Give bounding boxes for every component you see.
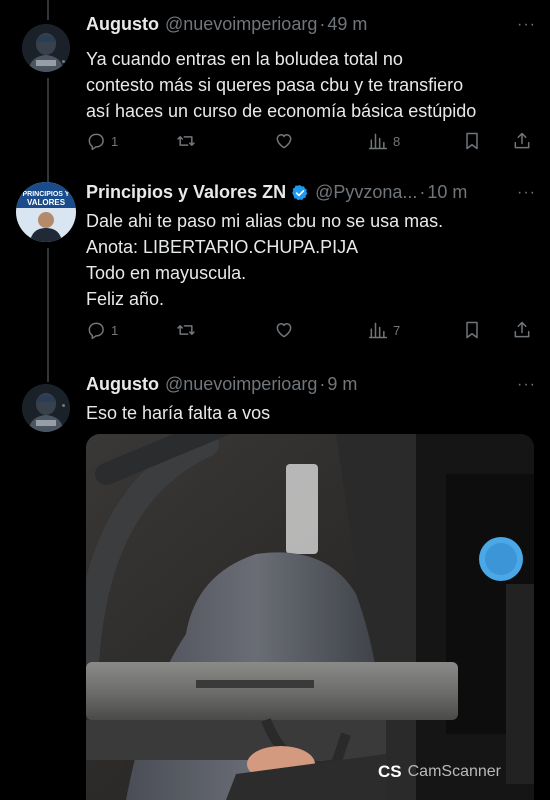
bookmark-button[interactable] bbox=[462, 131, 482, 151]
tweet-media-image[interactable] bbox=[86, 434, 534, 800]
retweet-icon bbox=[176, 320, 196, 340]
retweet-button[interactable] bbox=[176, 131, 196, 151]
tweet-principios[interactable]: PRINCIPIOS Y VALORES Principios y Valore… bbox=[0, 170, 550, 362]
thread-line-top bbox=[47, 0, 49, 20]
action-bar: 1 7 bbox=[86, 320, 536, 342]
reply-icon bbox=[86, 131, 106, 151]
timestamp[interactable]: 9 m bbox=[327, 374, 357, 395]
more-options-icon[interactable]: ··· bbox=[517, 184, 536, 202]
reply-button[interactable]: 1 bbox=[86, 320, 118, 340]
avatar-principios[interactable]: PRINCIPIOS Y VALORES bbox=[16, 182, 76, 242]
thread-line-top bbox=[47, 170, 49, 182]
bookmark-button[interactable] bbox=[462, 320, 482, 340]
retweet-icon bbox=[176, 131, 196, 151]
reply-icon bbox=[86, 320, 106, 340]
tweet-text: Eso te haría falta a vos bbox=[86, 400, 270, 426]
reply-count: 1 bbox=[111, 133, 119, 149]
more-options-icon[interactable]: ··· bbox=[517, 16, 536, 34]
views-button[interactable]: 8 bbox=[368, 131, 400, 151]
views-count: 8 bbox=[393, 133, 401, 149]
action-bar: 1 8 bbox=[86, 131, 536, 153]
views-icon bbox=[368, 320, 388, 340]
svg-text:VALORES: VALORES bbox=[27, 198, 66, 207]
tweet-text-line: Todo en mayuscula. bbox=[86, 263, 247, 283]
retweet-button[interactable] bbox=[176, 320, 196, 340]
avatar-augusto[interactable] bbox=[22, 24, 70, 72]
dot-indicator bbox=[62, 404, 65, 407]
thread-line-top bbox=[47, 362, 49, 382]
separator: · bbox=[319, 14, 326, 34]
author-name[interactable]: Augusto bbox=[86, 374, 159, 395]
tweet-text-line: Ya cuando entras en la boludea total no bbox=[86, 49, 403, 69]
author-name[interactable]: Augusto bbox=[86, 14, 159, 35]
tweet-text-line: contesto más si queres pasa cbu y te tra… bbox=[86, 75, 464, 95]
thread-line bbox=[47, 78, 49, 170]
author-name[interactable]: Principios y Valores ZN bbox=[86, 182, 286, 203]
tweet-text-line: Eso te haría falta a vos bbox=[86, 403, 271, 423]
tweet-text-line: Dale ahi te paso mi alias cbu no se usa … bbox=[86, 211, 444, 231]
author-handle[interactable]: @nuevoimperioarg bbox=[165, 374, 317, 395]
views-button[interactable]: 7 bbox=[368, 320, 400, 340]
tweet-header: Augusto @nuevoimperioarg · 9 m bbox=[86, 374, 357, 395]
share-button[interactable] bbox=[512, 320, 532, 340]
reply-count: 1 bbox=[111, 322, 119, 338]
author-handle[interactable]: @Pyvzona... bbox=[315, 182, 417, 203]
tweet-text: Ya cuando entras en la boludea total no … bbox=[86, 46, 476, 124]
tweet-text-line: Feliz año. bbox=[86, 289, 165, 309]
separator: · bbox=[319, 374, 326, 394]
more-options-icon[interactable]: ··· bbox=[517, 376, 536, 394]
reply-button[interactable]: 1 bbox=[86, 131, 118, 151]
author-handle[interactable]: @nuevoimperioarg bbox=[165, 14, 317, 35]
tweet-header: Principios y Valores ZN @Pyvzona... · 10… bbox=[86, 182, 467, 203]
camscanner-logo-icon: CS bbox=[378, 762, 402, 781]
tweet-text: Dale ahi te paso mi alias cbu no se usa … bbox=[86, 208, 443, 312]
bookmark-icon bbox=[462, 320, 482, 340]
timestamp[interactable]: 49 m bbox=[327, 14, 367, 35]
tweet-augusto-1[interactable]: Augusto @nuevoimperioarg · 49 m ··· Ya c… bbox=[0, 0, 550, 170]
camscanner-watermark: CS CamScanner bbox=[378, 762, 501, 782]
bookmark-icon bbox=[462, 131, 482, 151]
share-icon bbox=[512, 131, 532, 151]
tweet-text-line: Anota: LIBERTARIO.CHUPA.PIJA bbox=[86, 237, 359, 257]
like-icon bbox=[274, 320, 294, 340]
camscanner-text: CamScanner bbox=[407, 763, 501, 780]
share-button[interactable] bbox=[512, 131, 532, 151]
like-icon bbox=[274, 131, 294, 151]
dot-indicator bbox=[62, 60, 65, 63]
timestamp[interactable]: 10 m bbox=[427, 182, 467, 203]
share-icon bbox=[512, 320, 532, 340]
verified-icon bbox=[292, 184, 308, 200]
thread-line bbox=[47, 248, 49, 362]
like-button[interactable] bbox=[274, 320, 294, 340]
svg-text:PRINCIPIOS Y: PRINCIPIOS Y bbox=[23, 191, 70, 198]
separator: · bbox=[419, 182, 426, 202]
views-count: 7 bbox=[393, 322, 401, 338]
views-icon bbox=[368, 131, 388, 151]
avatar-augusto[interactable] bbox=[22, 384, 70, 432]
tweet-text-line: así haces un curso de economía básica es… bbox=[86, 101, 477, 121]
tweet-header: Augusto @nuevoimperioarg · 49 m bbox=[86, 14, 367, 35]
like-button[interactable] bbox=[274, 131, 294, 151]
